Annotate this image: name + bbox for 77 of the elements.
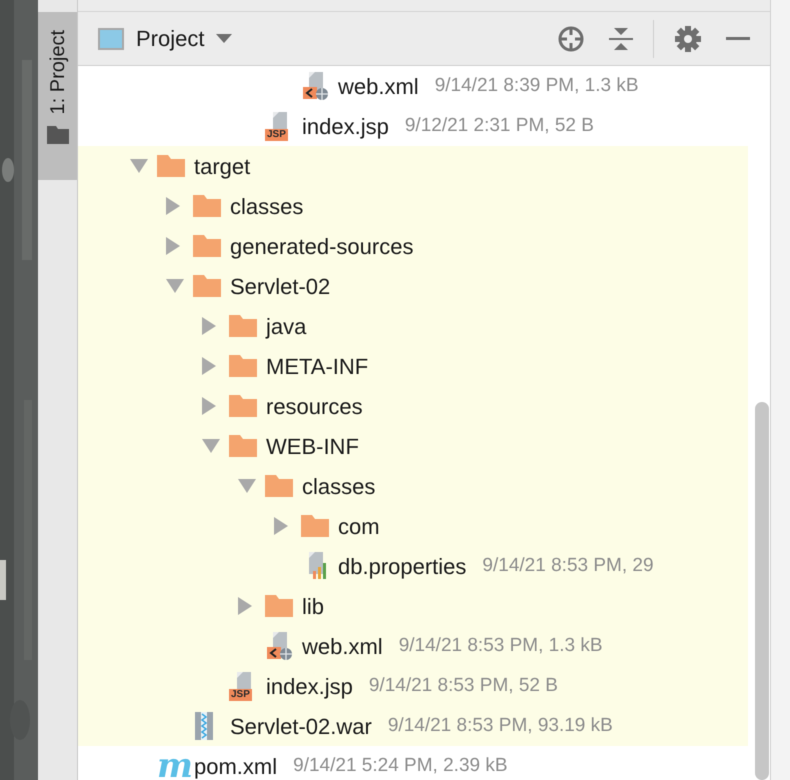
folder-icon [229, 435, 257, 457]
file-name: com [338, 512, 380, 540]
folder-icon [229, 355, 257, 377]
tree-row[interactable]: java [78, 306, 748, 346]
tree-row[interactable]: web.xml 9/14/21 8:53 PM, 1.3 kB [78, 626, 748, 666]
folder-icon [193, 195, 221, 217]
tree-row[interactable]: target [78, 146, 748, 186]
collapsed-arrow-icon[interactable] [202, 397, 216, 415]
folder-icon [193, 235, 221, 257]
archive-file-icon [193, 711, 215, 741]
collapsed-arrow-icon[interactable] [202, 357, 216, 375]
collapse-all-icon[interactable] [609, 26, 633, 52]
collapsed-arrow-icon[interactable] [166, 197, 180, 215]
file-name: index.jsp [302, 112, 389, 141]
file-name: target [194, 152, 250, 181]
expanded-arrow-icon[interactable] [166, 279, 184, 293]
folder-icon [229, 315, 257, 337]
scrollbar-thumb[interactable] [755, 402, 769, 780]
expanded-arrow-icon[interactable] [238, 479, 256, 493]
file-name: web.xml [302, 632, 383, 660]
minimize-icon[interactable] [726, 36, 750, 40]
folder-icon [157, 155, 185, 177]
tree-row[interactable]: com [78, 506, 748, 546]
folder-icon [229, 395, 257, 417]
locate-icon[interactable] [557, 24, 585, 52]
file-name: Servlet-02 [230, 272, 330, 300]
file-info: 9/14/21 5:24 PM, 2.39 kB [293, 754, 508, 778]
file-info: 9/14/21 8:53 PM, 52 B [368, 674, 558, 698]
tree-row[interactable]: META-INF [78, 346, 748, 386]
tab-label: 1: Project [46, 30, 70, 114]
file-name: pom.xml [194, 752, 278, 780]
file-info: 9/14/21 8:53 PM, 1.3 kB [398, 634, 603, 658]
tree-row[interactable]: JSP index.jsp 9/14/21 8:53 PM, 52 B [78, 666, 748, 706]
expanded-arrow-icon[interactable] [130, 159, 148, 173]
tree-row[interactable]: generated-sources [78, 226, 748, 266]
maven-icon: m [157, 751, 193, 780]
folder-icon [265, 595, 293, 617]
file-info: 9/14/21 8:39 PM, 1.3 kB [434, 74, 639, 98]
file-name: classes [302, 472, 376, 500]
tree-row[interactable]: Servlet-02 [78, 266, 748, 306]
file-name: web.xml [338, 72, 419, 100]
file-name: generated-sources [230, 232, 414, 261]
expanded-arrow-icon[interactable] [202, 439, 220, 453]
folder-icon [265, 475, 293, 497]
file-info: 9/12/21 2:31 PM, 52 B [404, 114, 594, 138]
collapsed-arrow-icon[interactable] [238, 597, 252, 615]
xml-file-icon [265, 631, 293, 661]
tree-row[interactable]: Servlet-02.war 9/14/21 8:53 PM, 93.19 kB [78, 706, 748, 746]
window-icon [98, 28, 124, 50]
collapsed-arrow-icon[interactable] [202, 317, 216, 335]
project-view-dropdown[interactable]: Project [136, 22, 232, 55]
file-name: db.properties [338, 552, 466, 581]
file-name: META-INF [266, 352, 368, 380]
xml-file-icon [301, 71, 329, 101]
file-info: 9/14/21 8:53 PM, 29 [482, 554, 654, 578]
tree-row[interactable]: classes [78, 186, 748, 226]
tree-row[interactable]: classes [78, 466, 748, 506]
file-name: java [266, 312, 306, 341]
file-name: classes [230, 192, 304, 220]
tree-row[interactable]: db.properties 9/14/21 8:53 PM, 29 [78, 546, 748, 586]
caret-icon [216, 34, 232, 43]
tree-row[interactable]: resources [78, 386, 748, 426]
file-name: lib [302, 592, 324, 620]
folder-icon [193, 275, 221, 297]
tree-row[interactable]: WEB-INF [78, 426, 748, 466]
file-name: Servlet-02.war [230, 712, 372, 740]
file-name: resources [266, 392, 363, 420]
file-info: 9/14/21 8:53 PM, 93.19 kB [388, 714, 613, 738]
folder-icon [301, 515, 329, 537]
tree-row[interactable]: lib [78, 586, 748, 626]
sidebar-tab[interactable]: 1: Project [38, 12, 77, 180]
file-name: index.jsp [266, 672, 353, 701]
collapsed-arrow-icon[interactable] [166, 237, 180, 255]
collapsed-arrow-icon[interactable] [274, 517, 288, 535]
folder-icon [46, 126, 68, 144]
settings-icon[interactable] [674, 24, 702, 52]
file-name: WEB-INF [266, 432, 359, 460]
